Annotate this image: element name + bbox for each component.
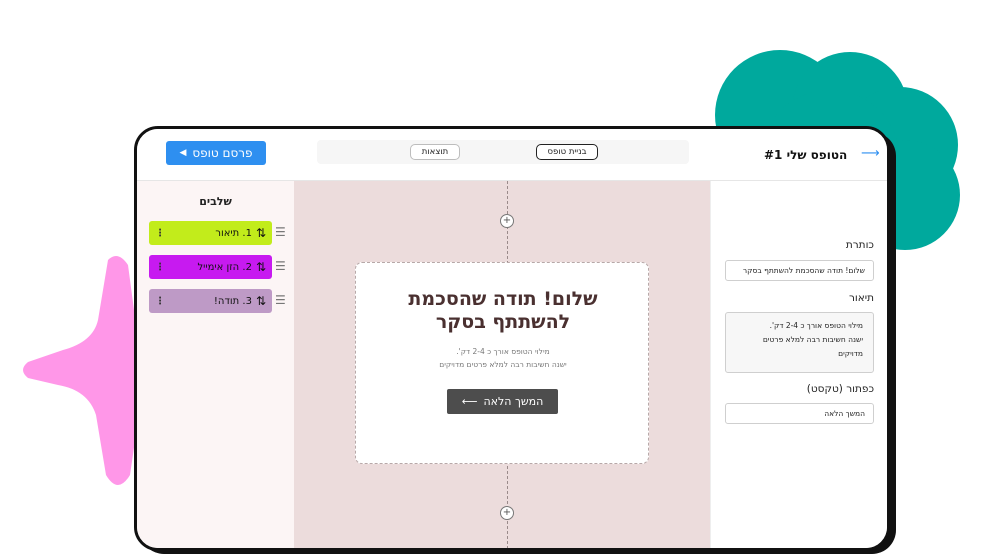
description-textarea[interactable]: מילוי הטופס אורך כ 2-4 דק'. ישנה חשיבות …	[725, 312, 874, 373]
preview-description: מילוי הטופס אורך כ 2-4 דק'. ישנה חשיבות …	[386, 345, 620, 371]
publish-form-button[interactable]: פרסם טופס ◀	[166, 141, 266, 165]
kebab-menu-icon[interactable]: ⋮	[155, 296, 165, 307]
arrow-left-icon: ⟵	[461, 395, 478, 408]
step-item-description[interactable]: ⋮ 1. תיאור ⇅	[149, 221, 272, 245]
stage: פרסם טופס ◀ תוצאות בניית טופס הטופס שלי …	[0, 0, 997, 557]
form-title: הטופס שלי #1	[764, 148, 848, 162]
drag-handle-icon[interactable]: ☰	[275, 225, 286, 239]
description-line3: מדויקים	[838, 349, 863, 358]
button-text-input[interactable]: המשך הלאה	[725, 403, 874, 424]
arrow-icon[interactable]: ⟶	[861, 146, 880, 161]
next-button[interactable]: המשך הלאה ⟵	[447, 389, 558, 414]
preview-desc-line2: ישנה חשיבות רבה למלא פרטים מדויקים	[439, 360, 567, 369]
plus-circle-icon[interactable]: +	[500, 506, 514, 520]
tab-build-form[interactable]: בניית טופס	[536, 144, 598, 160]
description-line1: מילוי הטופס אורך כ 2-4 דק'.	[769, 321, 863, 330]
tab-results[interactable]: תוצאות	[410, 144, 460, 160]
preview-desc-line1: מילוי הטופס אורך כ 2-4 דק'.	[456, 347, 550, 356]
title-input[interactable]: שלום! תודה שהסכמת להשתתף בסקר	[725, 260, 874, 281]
kebab-menu-icon[interactable]: ⋮	[155, 228, 165, 239]
view-tabs: תוצאות בניית טופס	[317, 140, 689, 164]
title-field-label: כותרת	[845, 239, 874, 251]
preview-heading-line2: להשתתף בסקר	[435, 311, 571, 333]
description-line2: ישנה חשיבות רבה למלא פרטים	[762, 335, 863, 344]
form-builder-window: פרסם טופס ◀ תוצאות בניית טופס הטופס שלי …	[134, 126, 890, 551]
preview-heading: שלום! תודה שהסכמת להשתתף בסקר	[356, 288, 650, 334]
properties-panel: כותרת שלום! תודה שהסכמת להשתתף בסקר תיאו…	[710, 181, 887, 548]
preview-heading-line1: שלום! תודה שהסכמת	[408, 288, 598, 310]
play-triangle-icon: ◀	[179, 148, 187, 158]
top-bar: פרסם טופס ◀ תוצאות בניית טופס הטופס שלי …	[137, 129, 887, 181]
step-preview-card[interactable]: שלום! תודה שהסכמת להשתתף בסקר מילוי הטופ…	[355, 262, 649, 464]
step-label: 1. תיאור	[215, 227, 252, 239]
description-field-label: תיאור	[848, 292, 874, 304]
form-canvas: + שלום! תודה שהסכמת להשתתף בסקר מילוי הט…	[294, 181, 710, 548]
next-button-label: המשך הלאה	[483, 395, 544, 408]
sort-arrows-icon[interactable]: ⇅	[256, 226, 266, 240]
step-item-thanks[interactable]: ⋮ 3. תודה! ⇅	[149, 289, 272, 313]
steps-title: שלבים	[199, 195, 232, 208]
drag-handle-icon[interactable]: ☰	[275, 259, 286, 273]
sort-arrows-icon[interactable]: ⇅	[256, 260, 266, 274]
step-label: 2. הזן אימייל	[197, 261, 252, 273]
sort-arrows-icon[interactable]: ⇅	[256, 294, 266, 308]
step-item-email[interactable]: ⋮ 2. הזן אימייל ⇅	[149, 255, 272, 279]
button-text-field-label: כפתור (טקסט)	[806, 383, 874, 395]
plus-circle-icon[interactable]: +	[500, 214, 514, 228]
step-label: 3. תודה!	[213, 295, 252, 307]
steps-panel: שלבים ⋮ 1. תיאור ⇅ ☰ ⋮ 2. הזן אימייל ⇅ ☰…	[137, 181, 294, 548]
kebab-menu-icon[interactable]: ⋮	[155, 262, 165, 273]
drag-handle-icon[interactable]: ☰	[275, 293, 286, 307]
publish-label: פרסם טופס	[192, 146, 253, 160]
